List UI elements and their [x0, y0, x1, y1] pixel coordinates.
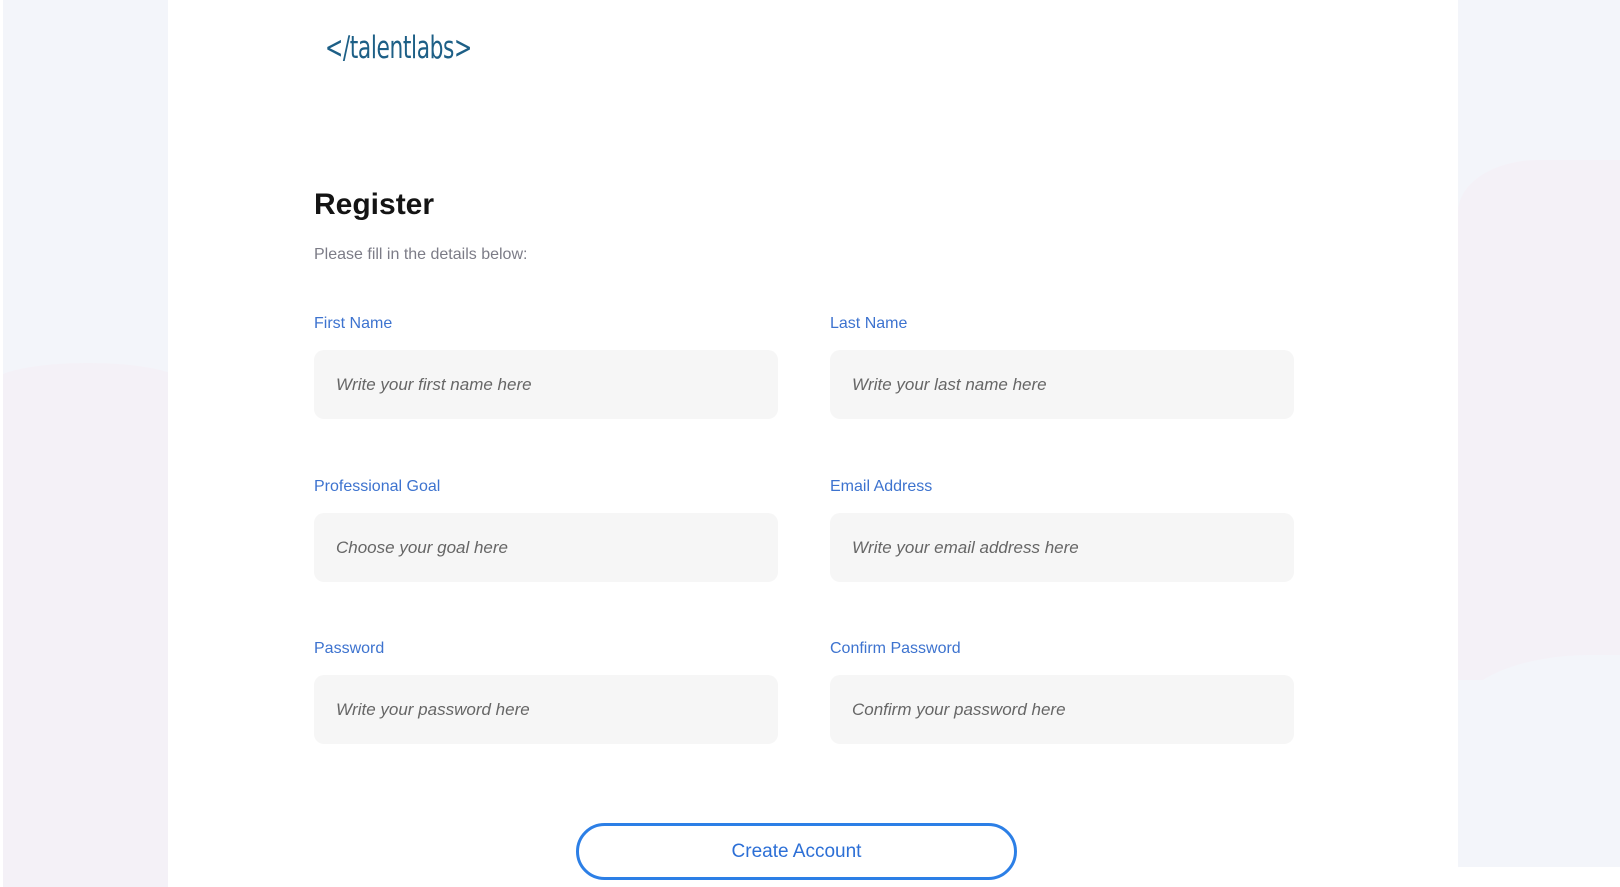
password-group: Password	[314, 640, 778, 744]
password-label: Password	[314, 640, 385, 657]
last-name-input[interactable]	[830, 350, 1294, 419]
confirm-password-input[interactable]	[830, 675, 1294, 744]
right-decorative-wave-lower	[1458, 655, 1620, 867]
right-decorative-wave	[1458, 160, 1620, 680]
first-name-group: First Name	[314, 315, 778, 419]
left-decorative-background	[3, 0, 168, 887]
password-input[interactable]	[314, 675, 778, 744]
first-name-label: First Name	[314, 315, 393, 332]
email-label: Email Address	[830, 478, 933, 495]
email-group: Email Address	[830, 478, 1294, 582]
professional-goal-group: Professional Goal	[314, 478, 778, 582]
page-title: Register	[314, 188, 435, 221]
talentlabs-logo[interactable]: </talentlabs>	[325, 30, 472, 66]
left-decorative-wave	[3, 363, 168, 887]
create-account-button[interactable]: Create Account	[576, 823, 1017, 880]
professional-goal-input[interactable]	[314, 513, 778, 582]
register-card	[168, 0, 1458, 887]
last-name-group: Last Name	[830, 315, 1294, 419]
email-input[interactable]	[830, 513, 1294, 582]
right-decorative-background	[1458, 0, 1620, 867]
page-subtitle: Please fill in the details below:	[314, 246, 528, 263]
confirm-password-group: Confirm Password	[830, 640, 1294, 744]
first-name-input[interactable]	[314, 350, 778, 419]
professional-goal-label: Professional Goal	[314, 478, 441, 495]
confirm-password-label: Confirm Password	[830, 640, 961, 657]
last-name-label: Last Name	[830, 315, 908, 332]
